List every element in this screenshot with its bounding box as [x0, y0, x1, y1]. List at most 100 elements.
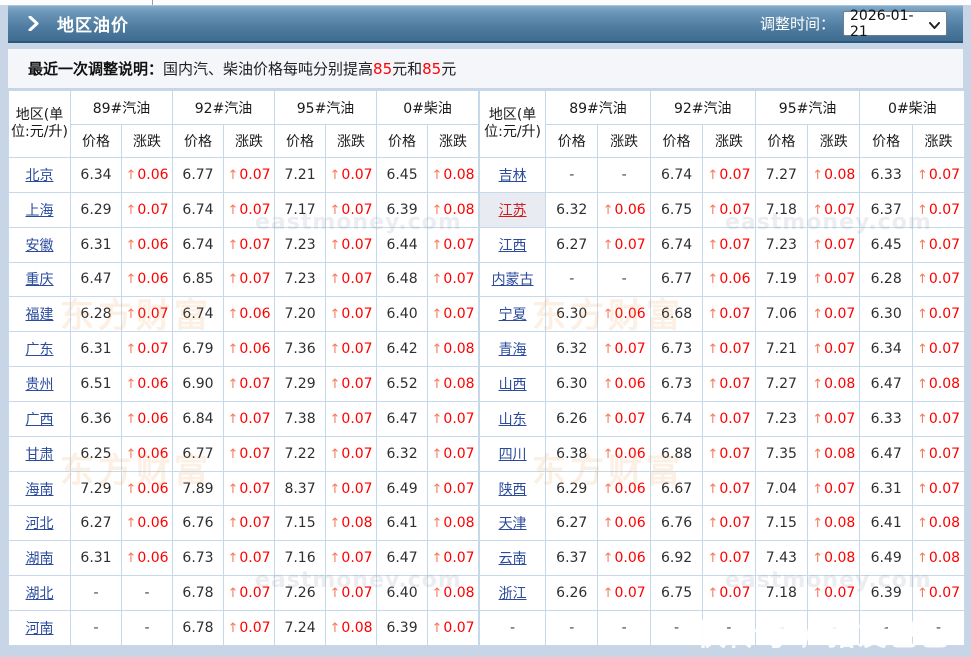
- up-arrow-icon: ↑: [917, 551, 928, 566]
- price-cell: 6.74: [173, 227, 224, 262]
- change-cell: ↑0.07: [224, 471, 275, 506]
- up-arrow-icon: ↑: [330, 377, 341, 392]
- region-link[interactable]: 广东: [26, 342, 54, 358]
- up-arrow-icon: ↑: [125, 412, 136, 427]
- region-cell: 云南: [480, 541, 546, 576]
- region-link[interactable]: 江西: [499, 238, 527, 254]
- price-cell: 7.23: [755, 401, 807, 436]
- up-arrow-icon: ↑: [125, 342, 136, 357]
- up-arrow-icon: ↑: [707, 168, 718, 183]
- price-cell: 6.76: [173, 506, 224, 541]
- change-cell: -: [912, 610, 964, 645]
- up-arrow-icon: ↑: [432, 447, 443, 462]
- region-link[interactable]: 河南: [26, 621, 54, 637]
- table-row: 吉林--6.74↑0.077.27↑0.086.33↑0.07: [480, 158, 965, 193]
- price-cell: 6.42: [377, 332, 428, 367]
- region-link[interactable]: 贵州: [26, 377, 54, 393]
- change-subheader: 涨跌: [326, 125, 377, 158]
- up-arrow-icon: ↑: [707, 307, 718, 322]
- change-cell: ↑0.07: [428, 297, 479, 332]
- change-cell: ↑0.07: [703, 332, 755, 367]
- up-arrow-icon: ↑: [432, 307, 443, 322]
- price-cell: 6.73: [650, 367, 702, 402]
- region-link[interactable]: 上海: [26, 203, 54, 219]
- region-link[interactable]: 江苏: [499, 203, 527, 219]
- up-arrow-icon: ↑: [432, 168, 443, 183]
- price-cell: 6.90: [173, 367, 224, 402]
- notice-amount-1: 85: [373, 60, 392, 78]
- region-cell: 江苏: [480, 192, 546, 227]
- date-select[interactable]: 2026-01-21: [843, 11, 947, 36]
- up-arrow-icon: ↑: [330, 482, 341, 497]
- region-link[interactable]: 甘肃: [26, 447, 54, 463]
- price-cell: 6.77: [173, 158, 224, 193]
- up-arrow-icon: ↑: [227, 412, 238, 427]
- price-cell: 6.26: [546, 401, 598, 436]
- price-cell: 7.23: [275, 262, 326, 297]
- price-subheader: 价格: [377, 125, 428, 158]
- fuel-group-header: 0#柴油: [860, 91, 965, 125]
- region-link[interactable]: 海南: [26, 482, 54, 498]
- change-cell: ↑0.06: [598, 436, 650, 471]
- region-link[interactable]: 河北: [26, 516, 54, 532]
- up-arrow-icon: ↑: [603, 551, 614, 566]
- price-cell: 7.26: [275, 576, 326, 611]
- up-arrow-icon: ↑: [917, 168, 928, 183]
- region-link[interactable]: 湖南: [26, 551, 54, 567]
- table-row: 广西6.36↑0.066.84↑0.077.38↑0.076.47↑0.07: [9, 401, 479, 436]
- table-row: 山东6.26↑0.076.74↑0.077.23↑0.076.33↑0.07: [480, 401, 965, 436]
- region-link[interactable]: 安徽: [26, 238, 54, 254]
- region-link[interactable]: 宁夏: [499, 307, 527, 323]
- price-cell: 6.31: [71, 227, 122, 262]
- change-cell: ↑0.07: [598, 576, 650, 611]
- region-link[interactable]: 吉林: [499, 168, 527, 184]
- notice-label: 最近一次调整说明：: [28, 58, 163, 79]
- up-arrow-icon: ↑: [330, 168, 341, 183]
- up-arrow-icon: ↑: [432, 412, 443, 427]
- price-cell: 7.27: [755, 158, 807, 193]
- price-subheader: 价格: [650, 125, 702, 158]
- region-link[interactable]: 四川: [499, 447, 527, 463]
- change-cell: ↑0.08: [428, 367, 479, 402]
- up-arrow-icon: ↑: [917, 377, 928, 392]
- change-cell: ↑0.07: [808, 227, 860, 262]
- up-arrow-icon: ↑: [603, 412, 614, 427]
- change-cell: ↑0.07: [912, 297, 964, 332]
- region-link[interactable]: 广西: [26, 412, 54, 428]
- region-link[interactable]: 浙江: [499, 586, 527, 602]
- region-link[interactable]: 青海: [499, 342, 527, 358]
- region-cell: 河北: [9, 506, 71, 541]
- change-cell: ↑0.06: [598, 506, 650, 541]
- region-link[interactable]: 湖北: [26, 586, 54, 602]
- change-cell: ↑0.07: [224, 401, 275, 436]
- table-row: 甘肃6.25↑0.066.77↑0.077.22↑0.076.32↑0.07: [9, 436, 479, 471]
- price-cell: 7.21: [275, 158, 326, 193]
- up-arrow-icon: ↑: [227, 516, 238, 531]
- price-cell: 6.77: [173, 436, 224, 471]
- region-link[interactable]: 重庆: [26, 272, 54, 288]
- up-arrow-icon: ↑: [227, 447, 238, 462]
- region-link[interactable]: 福建: [26, 307, 54, 323]
- region-link[interactable]: 内蒙古: [492, 272, 534, 288]
- price-cell: -: [755, 610, 807, 645]
- price-cell: 6.27: [546, 227, 598, 262]
- region-link[interactable]: 陕西: [499, 482, 527, 498]
- region-link[interactable]: 天津: [499, 516, 527, 532]
- price-cell: 6.48: [377, 262, 428, 297]
- up-arrow-icon: ↑: [330, 238, 341, 253]
- up-arrow-icon: ↑: [125, 447, 136, 462]
- region-link[interactable]: 山西: [499, 377, 527, 393]
- change-cell: ↑0.07: [808, 332, 860, 367]
- up-arrow-icon: ↑: [125, 168, 136, 183]
- region-link[interactable]: 山东: [499, 412, 527, 428]
- region-link[interactable]: 北京: [26, 168, 54, 184]
- region-cell: 广东: [9, 332, 71, 367]
- change-cell: ↑0.07: [326, 436, 377, 471]
- region-column-header: 地区(单位:元/升): [9, 91, 71, 158]
- up-arrow-icon: ↑: [917, 203, 928, 218]
- up-arrow-icon: ↑: [812, 447, 823, 462]
- region-link[interactable]: 云南: [499, 551, 527, 567]
- page-title: 地区油价: [57, 11, 129, 36]
- up-arrow-icon: ↑: [330, 342, 341, 357]
- change-cell: ↑0.06: [122, 506, 173, 541]
